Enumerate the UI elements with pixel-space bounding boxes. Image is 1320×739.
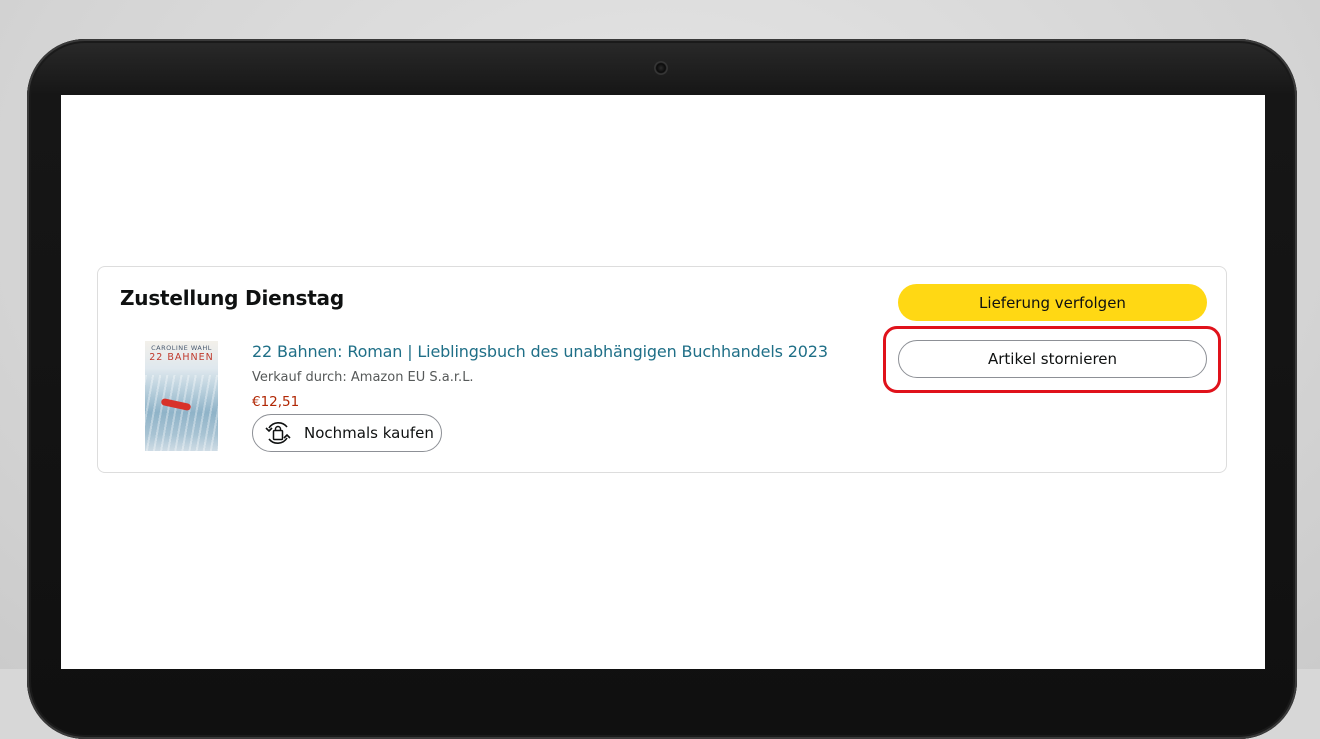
buy-again-label: Nochmals kaufen [304,424,434,442]
seller-text: Verkauf durch: Amazon EU S.a.r.L. [252,370,474,385]
buy-again-button[interactable]: Nochmals kaufen [252,414,442,452]
book-cover-image[interactable]: CAROLINE WAHL 22 BAHNEN [145,341,218,451]
rebuy-icon [265,422,291,444]
product-title-link[interactable]: 22 Bahnen: Roman | Lieblingsbuch des una… [252,342,828,361]
delivery-heading: Zustellung Dienstag [120,286,344,310]
cancel-item-button[interactable]: Artikel stornieren [898,340,1207,378]
order-card: Zustellung Dienstag CAROLINE WAHL 22 BAH… [97,266,1227,473]
item-price: €12,51 [252,394,300,410]
cover-water-pattern [145,375,218,451]
track-delivery-button[interactable]: Lieferung verfolgen [898,284,1207,321]
camera-icon [654,61,668,75]
cover-author: CAROLINE WAHL [151,344,212,352]
cover-title: 22 BAHNEN [149,352,214,363]
tablet-screen: Zustellung Dienstag CAROLINE WAHL 22 BAH… [61,95,1265,669]
